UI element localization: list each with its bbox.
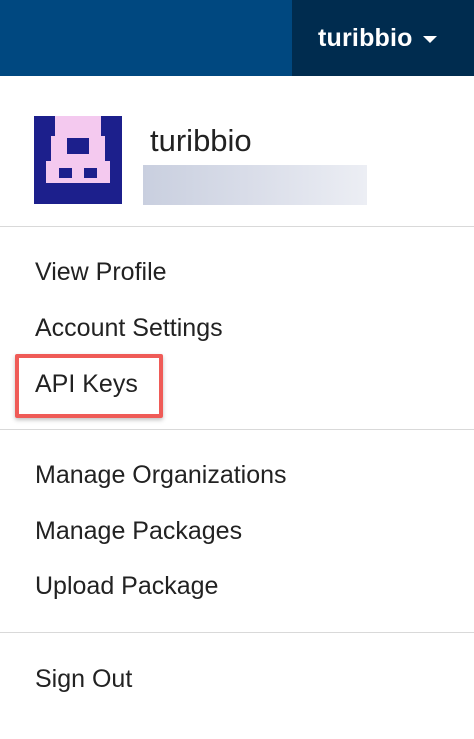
menu-item-manage-packages[interactable]: Manage Packages bbox=[35, 517, 242, 546]
caret-down-icon bbox=[422, 36, 437, 43]
profile-email-redacted bbox=[143, 165, 367, 205]
menu-item-view-profile[interactable]: View Profile bbox=[35, 258, 167, 287]
header-username: turibbio bbox=[318, 23, 413, 52]
menu-divider bbox=[0, 226, 474, 227]
menu-item-upload-package[interactable]: Upload Package bbox=[35, 572, 218, 601]
identicon-image bbox=[34, 116, 122, 204]
profile-summary: turibbio bbox=[0, 76, 474, 226]
user-menu-toggle[interactable]: turibbio bbox=[292, 0, 474, 76]
page: turibbio turibbio View Profile Account S… bbox=[0, 0, 474, 739]
top-nav-bar: turibbio bbox=[0, 0, 474, 76]
avatar[interactable] bbox=[34, 116, 122, 204]
profile-username: turibbio bbox=[150, 123, 252, 158]
menu-item-manage-organizations[interactable]: Manage Organizations bbox=[35, 461, 287, 490]
menu-divider bbox=[0, 429, 474, 430]
menu-item-sign-out[interactable]: Sign Out bbox=[35, 665, 132, 694]
menu-item-account-settings[interactable]: Account Settings bbox=[35, 314, 223, 343]
menu-item-api-keys[interactable]: API Keys bbox=[35, 370, 138, 399]
menu-divider bbox=[0, 632, 474, 633]
